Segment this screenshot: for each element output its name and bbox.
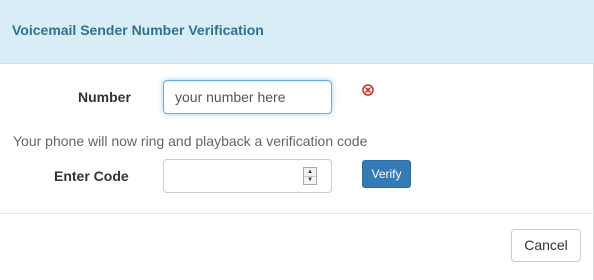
spin-down-icon[interactable]: ▼ <box>304 176 316 184</box>
modal-footer <box>0 213 594 280</box>
info-text: Your phone will now ring and playback a … <box>13 133 368 149</box>
code-label: Enter Code <box>54 168 129 184</box>
modal-header: Voicemail Sender Number Verification <box>0 0 594 64</box>
verify-button[interactable]: Verify <box>362 160 411 188</box>
number-label: Number <box>78 89 131 105</box>
code-spinner[interactable]: ▲ ▼ <box>303 167 317 185</box>
verification-modal: Voicemail Sender Number Verification Num… <box>0 0 594 280</box>
clear-circle-icon[interactable] <box>362 84 374 96</box>
number-input[interactable] <box>163 80 332 114</box>
cancel-button[interactable]: Cancel <box>511 229 581 262</box>
modal-title: Voicemail Sender Number Verification <box>12 22 264 38</box>
